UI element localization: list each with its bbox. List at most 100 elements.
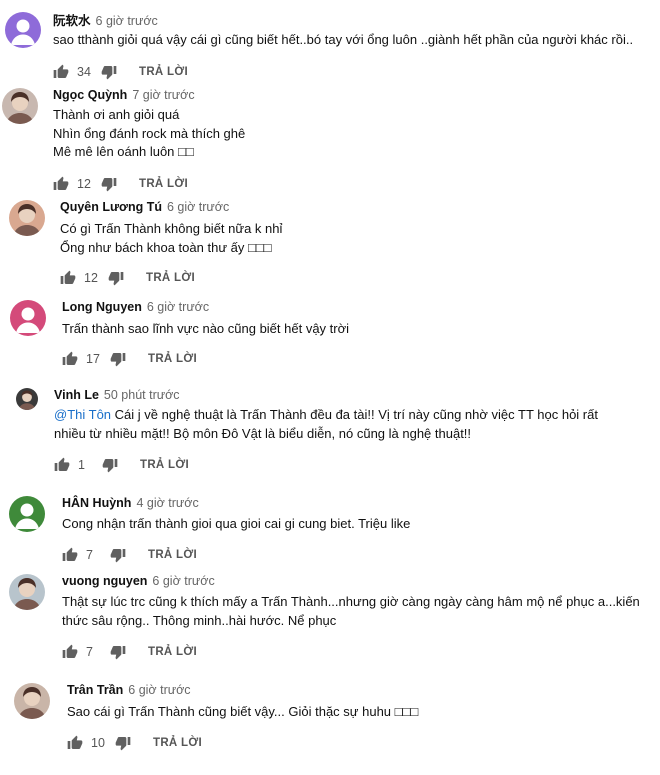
comment-text: Trấn thành sao lĩnh vực nào cũng biết hế… [62,320,349,339]
like-count: 12 [77,177,91,191]
comment-header: 阮软水 6 giờ trước [53,10,158,29]
author-name[interactable]: 阮软水 [53,14,91,28]
avatar[interactable] [10,300,46,336]
avatar[interactable] [2,88,38,124]
comment-line: Nhìn ổng đánh rock mà thích ghê [53,125,245,144]
comment-line-text: Có gì Trấn Thành không biết nữa k nhỉ [60,221,283,236]
timestamp[interactable]: 6 giờ trước [152,574,214,588]
thumbs-down-icon[interactable] [108,270,124,286]
thumbs-up-icon[interactable] [67,735,83,751]
like-count: 7 [86,645,93,659]
comment-line: Có gì Trấn Thành không biết nữa k nhỉ [60,220,282,239]
avatar[interactable] [9,574,45,610]
like-count: 10 [91,736,105,750]
author-name[interactable]: vuong nguyen [62,574,147,588]
comment-line-text: Nhìn ổng đánh rock mà thích ghê [53,125,246,141]
comment-line-text: thức sâu rộng.. Thông minh..hài hước. Nể… [62,612,337,628]
reply-button[interactable]: TRẢ LỜI [140,459,189,471]
comment-header: Long Nguyen 6 giờ trước [62,300,209,314]
comment-actions: 12 TRẢ LỜI [53,174,188,194]
timestamp[interactable]: 4 giờ trước [136,496,198,510]
reply-button[interactable]: TRẢ LỜI [146,272,195,284]
comment-actions: 17 TRẢ LỜI [62,349,197,369]
comment-line: Cong nhận trấn thành gioi qua gioi cai g… [62,515,410,534]
author-name[interactable]: Long Nguyen [62,300,142,314]
avatar[interactable] [9,496,45,532]
thumbs-down-icon[interactable] [110,351,126,367]
comment-line-text: Cái j về nghệ thuật là Trấn Thành đều đa… [111,407,598,422]
comment-actions: 1 TRẢ LỜI [54,455,189,475]
author-name[interactable]: Ngọc Quỳnh [53,88,127,102]
comment-text: @Thi Tôn Cái j về nghệ thuật là Trấn Thà… [54,406,598,443]
comment-header: Trân Trần 6 giờ trước [67,683,191,697]
reply-button[interactable]: TRẢ LỜI [148,353,197,365]
comment-line-text: Ổng như bách khoa toàn thư ấy □□□ [60,239,272,255]
comment-actions: 34 TRẢ LỜI [53,62,188,82]
comment-header: vuong nguyen 6 giờ trước [62,574,215,588]
comment-line-text: Mê mê lên oánh luôn □□ [53,144,194,159]
comment-header: Vinh Le 50 phút trước [54,388,180,402]
timestamp[interactable]: 50 phút trước [104,388,180,402]
thumbs-up-icon[interactable] [60,270,76,286]
avatar[interactable] [14,683,50,719]
reply-button[interactable]: TRẢ LỜI [139,66,188,78]
avatar[interactable] [16,388,38,410]
thumbs-down-icon[interactable] [110,644,126,660]
comment-line: nhiều từ nhiều mặt!! Bộ môn Đô Vật là bi… [54,425,598,444]
comment-line-text: Trấn thành sao lĩnh vực nào cũng biết hế… [62,321,350,336]
thumbs-down-icon[interactable] [102,457,118,473]
comment-text: sao tthành giỏi quá vậy cái gì cũng biết… [53,31,633,50]
comment-text: Sao cái gì Trấn Thành cũng biết vậy... G… [67,703,418,722]
comment-text: Thành ơi anh giỏi quá Nhìn ổng đánh rock … [53,106,245,162]
thumbs-down-icon[interactable] [101,64,117,80]
mention-link[interactable]: @Thi Tôn [54,407,111,422]
comment-line: Trấn thành sao lĩnh vực nào cũng biết hế… [62,320,349,339]
comment-line: @Thi Tôn Cái j về nghệ thuật là Trấn Thà… [54,406,598,425]
comment-line: thức sâu rộng.. Thông minh..hài hước. Nể… [62,612,640,631]
thumbs-up-icon[interactable] [53,64,69,80]
avatar[interactable] [5,12,41,48]
thumbs-down-icon[interactable] [110,547,126,563]
comment-header: Ngọc Quỳnh 7 giờ trước [53,88,195,102]
thumbs-up-icon[interactable] [62,547,78,563]
author-name[interactable]: Vinh Le [54,388,99,402]
like-count: 17 [86,352,100,366]
comment-header: HÂN Huỳnh 4 giờ trước [62,496,199,510]
author-name[interactable]: Quyên Lương Tú [60,200,162,214]
thumbs-up-icon[interactable] [62,351,78,367]
comment-line: Thật sự lúc trc cũng k thích mấy a Trấn … [62,593,640,612]
comment-line-text: Thật sự lúc trc cũng k thích mấy a Trấn … [62,594,640,609]
timestamp[interactable]: 6 giờ trước [167,200,229,214]
like-count: 7 [86,548,93,562]
comment-actions: 10 TRẢ LỜI [67,733,202,753]
author-name[interactable]: Trân Trần [67,683,123,697]
comment-line-text: sao tthành giỏi quá vậy cái gì cũng biết… [53,32,634,47]
comment-line-text: Sao cái gì Trấn Thành cũng biết vậy... G… [67,704,419,719]
thumbs-up-icon[interactable] [54,457,70,473]
reply-button[interactable]: TRẢ LỜI [139,178,188,190]
timestamp[interactable]: 6 giờ trước [128,683,190,697]
thumbs-up-icon[interactable] [53,176,69,192]
comment-line-text: Cong nhận trấn thành gioi qua gioi cai g… [62,516,411,531]
comment-line-text: Thành ơi anh giỏi quá [53,107,180,122]
timestamp[interactable]: 7 giờ trước [132,88,194,102]
thumbs-down-icon[interactable] [115,735,131,751]
timestamp[interactable]: 6 giờ trước [147,300,209,314]
reply-button[interactable]: TRẢ LỜI [148,549,197,561]
comment-line: Mê mê lên oánh luôn □□ [53,143,245,162]
comment-line-text: nhiều từ nhiều mặt!! Bộ môn Đô Vật là bi… [54,425,472,441]
thumbs-down-icon[interactable] [101,176,117,192]
comment-header: Quyên Lương Tú 6 giờ trước [60,200,229,214]
reply-button[interactable]: TRẢ LỜI [148,646,197,658]
author-name[interactable]: HÂN Huỳnh [62,496,131,510]
thumbs-up-icon[interactable] [62,644,78,660]
reply-button[interactable]: TRẢ LỜI [153,737,202,749]
comment-line: sao tthành giỏi quá vậy cái gì cũng biết… [53,31,633,50]
like-count: 1 [78,458,85,472]
comment-actions: 7 TRẢ LỜI [62,642,197,662]
comment-text: Có gì Trấn Thành không biết nữa k nhỉ Ổng… [60,220,282,257]
comment-text: Cong nhận trấn thành gioi qua gioi cai g… [62,515,410,534]
timestamp[interactable]: 6 giờ trước [96,14,158,28]
avatar[interactable] [9,200,45,236]
like-count: 12 [84,271,98,285]
